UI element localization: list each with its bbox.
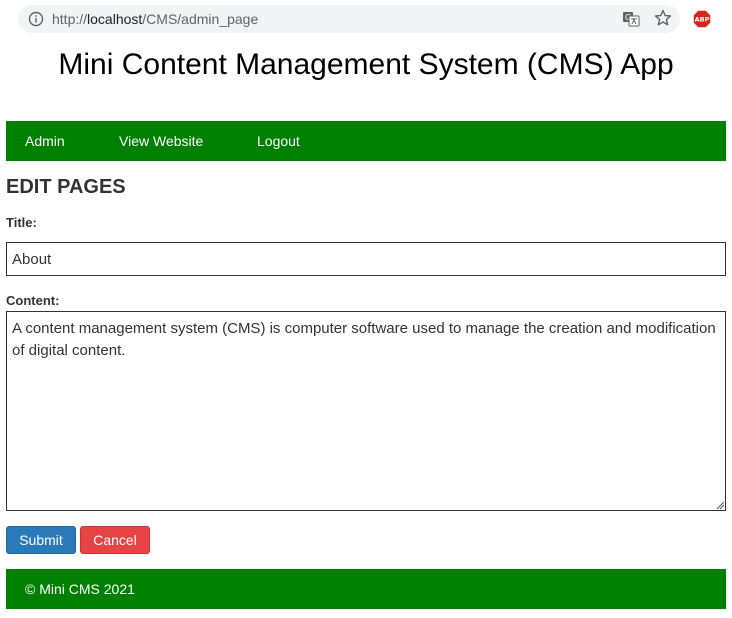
adblock-label: ABP [695,16,710,24]
address-bar[interactable]: http://localhost/CMS/admin_page G [18,5,680,33]
title-input[interactable] [6,242,726,276]
content-label: Content: [6,293,60,308]
url-path: /CMS/admin_page [142,11,259,27]
submit-button[interactable]: Submit [6,526,76,554]
resize-grip-icon[interactable] [715,500,725,510]
cancel-button[interactable]: Cancel [80,526,150,554]
footer: © Mini CMS 2021 [6,569,726,609]
nav-link-admin[interactable]: Admin [25,121,65,161]
footer-copyright: © Mini CMS 2021 [25,581,135,597]
adblock-icon[interactable]: ABP [693,10,711,28]
page-title: Mini Content Management System (CMS) App [58,48,674,81]
url-text[interactable]: http://localhost/CMS/admin_page [52,11,258,27]
url-prefix: http:// [52,11,88,27]
translate-icon[interactable]: G [622,10,640,28]
bookmark-star-icon[interactable] [654,9,672,27]
title-label: Title: [6,215,37,230]
info-icon[interactable] [28,11,44,27]
nav-link-logout[interactable]: Logout [257,121,300,161]
section-heading: EDIT PAGES [6,176,126,198]
nav-link-view-website[interactable]: View Website [119,121,203,161]
url-host: localhost [87,11,143,27]
browser-toolbar: http://localhost/CMS/admin_page G ABP [0,0,732,38]
main-navbar: Admin View Website Logout [6,121,726,161]
content-textarea[interactable]: A content management system (CMS) is com… [6,311,726,511]
